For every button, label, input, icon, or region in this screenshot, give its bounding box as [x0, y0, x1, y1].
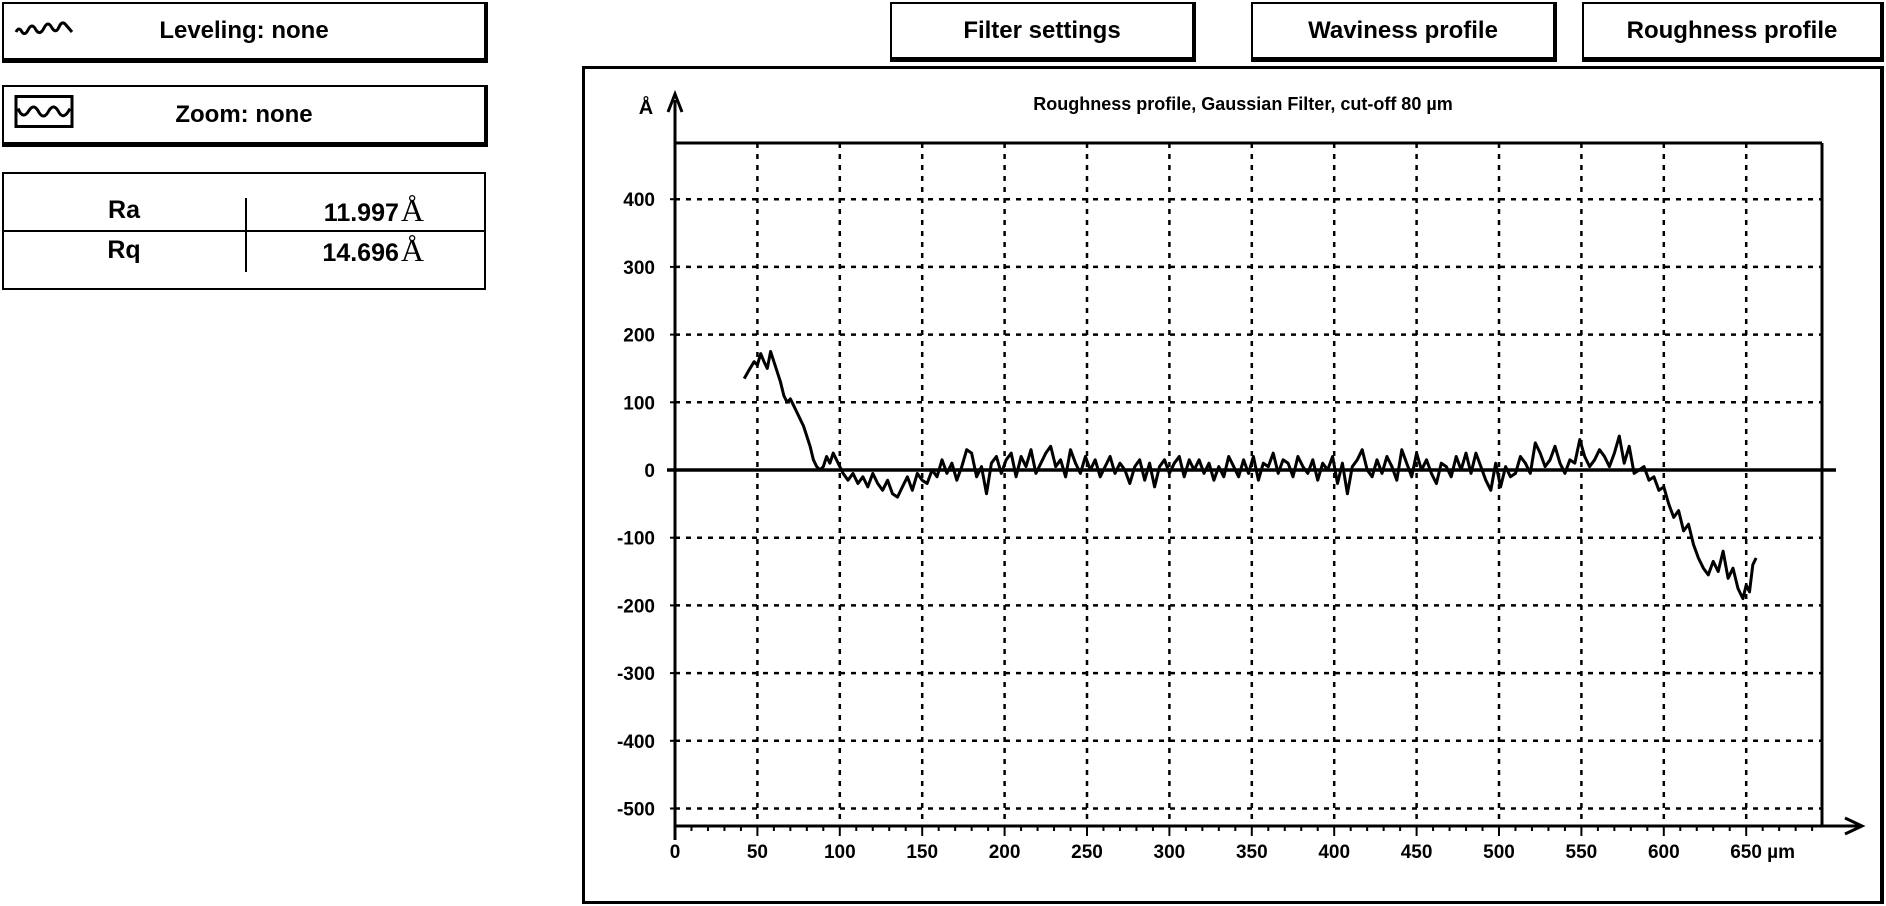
x-tick-label: 300: [1154, 842, 1186, 863]
axes: [666, 89, 1866, 840]
grid: [675, 143, 1822, 826]
y-tick-label: -400: [617, 732, 655, 753]
roughness-profile-line: [742, 350, 1758, 601]
chart-title: Roughness profile, Gaussian Filter, cut-…: [1033, 94, 1452, 114]
y-tick-label: 100: [623, 393, 655, 414]
y-tick-label: 200: [623, 326, 655, 347]
y-tick-label: -300: [617, 664, 655, 685]
x-tick-label: 200: [989, 842, 1021, 863]
x-tick-label: 450: [1401, 842, 1433, 863]
y-tick-label: -200: [617, 596, 655, 617]
x-tick-label: 150: [906, 842, 938, 863]
x-tick-label: 100: [824, 842, 856, 863]
y-tick-label: -500: [617, 800, 655, 821]
x-tick-label: 650 µm: [1730, 842, 1795, 863]
x-tick-label: 50: [747, 842, 768, 863]
y-axis-unit-label: Å: [639, 95, 653, 119]
x-tick-label: 600: [1648, 842, 1680, 863]
x-tick-label: 350: [1236, 842, 1268, 863]
y-tick-label: 300: [623, 258, 655, 279]
tick-labels: 0 50 100 150 200 250 300 350 400 450 500 550 600 650 …: [617, 190, 1795, 863]
x-tick-label: 250: [1071, 842, 1103, 863]
y-tick-label: 0: [644, 461, 655, 482]
x-tick-label: 0: [670, 842, 681, 863]
y-tick-label: -100: [617, 529, 655, 550]
roughness-chart: Roughness profile, Gaussian Filter, cut-…: [617, 89, 1866, 863]
y-tick-label: 400: [623, 190, 655, 211]
x-tick-label: 550: [1566, 842, 1598, 863]
x-tick-label: 400: [1318, 842, 1350, 863]
x-tick-label: 500: [1483, 842, 1515, 863]
